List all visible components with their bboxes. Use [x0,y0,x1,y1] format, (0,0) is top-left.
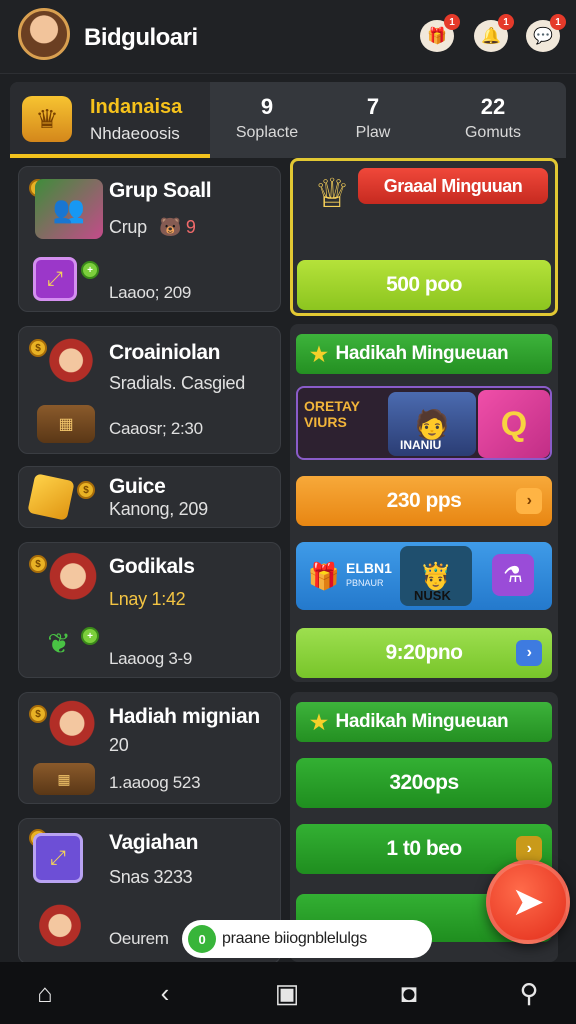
toast-text: praane biiognblelulgs [222,930,367,947]
banner-caption: INANIU [400,438,442,452]
event-banner-1[interactable]: ORETAY VIURS 🧑 INANIU Q [296,386,552,460]
promo-button[interactable]: 500 poo [297,260,551,310]
back-icon[interactable]: ‹ [150,978,180,1008]
header-label: Hadikah Mingueuan [335,711,509,732]
notification-badge: 1 [444,14,460,30]
top-bar: Bidguloari 🎁 1 🔔 1 💬 1 [0,0,576,74]
banner-caption: NUSK [414,588,451,603]
tab-active[interactable]: ♛ Indanaisa Nhdaeoosis [10,82,210,158]
tab-label: Gomuts [464,124,521,141]
bottom-nav: ⌂ ‹ ▣ ◘ ⚲ [0,962,576,1024]
tab-plaw[interactable]: 7 Plaw [318,82,428,158]
offer-button-green-1[interactable]: 320ops [296,758,552,808]
chat-icon[interactable]: 💬 1 [526,14,566,52]
item-subtitle: Sradials. Casgied [109,373,245,393]
chest-icon: ▦ [33,763,95,795]
recent-apps-icon[interactable]: ▣ [272,978,302,1008]
item-meta: 1.aaoog 523 [109,773,201,792]
event-banner-2[interactable]: 🎁 ELBN1 PBNAUR 🤴 NUSK ⚗ [296,542,552,610]
notification-badge: 1 [550,14,566,30]
item-subtitle-icon: 🐻 9 [159,217,196,237]
list-item[interactable]: $ Godikals Lnay 1:42 ❦ + Laaoog 3-9 [18,542,281,678]
offer-button-lime[interactable]: 9:20pno › [296,628,552,678]
character-icon [45,551,101,607]
promo-banner: Graaal Minguuan [358,168,548,204]
weekly-reward-header: ★ Hadikah Mingueuan [296,702,552,742]
item-title: Guice [109,475,166,498]
notification-badge: 1 [498,14,514,30]
toast-notification: 0 praane biiognblelulgs [182,920,432,958]
avatar[interactable] [18,8,70,60]
star-icon: ★ [310,343,328,366]
tab-title: Indanaisa [90,96,183,118]
chevron-right-icon: › [516,640,542,666]
banner-subtext: PBNAUR [346,578,384,588]
crown-icon: ♛ [22,96,72,142]
cursor-action-button[interactable]: ➤ [486,860,570,944]
item-title: Grup Soall [109,179,212,202]
scroll-icon: ⤢ [33,257,77,301]
screenshot-icon[interactable]: ◘ [394,978,424,1008]
item-subtitle: Kanong, 209 [109,499,208,519]
banner-text: ORETAY VIURS [304,398,360,430]
app-title: Bidguloari [84,24,198,51]
tab-strip: ♛ Indanaisa Nhdaeoosis 9 Soplacte 7 Plaw… [10,82,566,158]
coin-icon: $ [77,481,95,499]
header-label: Hadikah Mingueuan [335,343,509,364]
item-subtitle: Lnay 1:42 [109,589,186,609]
offer-button-orange[interactable]: 230 pps › [296,476,552,526]
item-title: Hadiah mignian [109,705,260,728]
gift-box-icon: 🎁 [307,560,341,591]
chest-icon: ▦ [37,405,95,443]
button-label: 230 pps [386,489,462,512]
tab-soplacte[interactable]: 9 Soplacte [212,82,322,158]
gift-icon[interactable]: 🎁 1 [420,14,460,52]
gem-icon [27,473,75,521]
toast-icon: 0 [188,925,216,953]
item-meta: Oeurem [109,929,169,948]
tab-subtitle: Nhdaeoosis [90,124,180,143]
tab-label: Plaw [355,124,391,141]
list-item[interactable]: $ Guice Kanong, 209 [18,466,281,528]
weekly-reward-header: ★ Hadikah Mingueuan [296,334,552,374]
button-label: 9:20pno [385,641,463,664]
tab-gomuts[interactable]: 22 Gomuts [438,82,548,158]
tab-count: 22 [480,94,506,119]
item-meta: Laaoog 3-9 [109,649,193,668]
item-subtitle: 20 [109,735,129,755]
item-subtitle: Crup [109,217,147,237]
plus-icon: + [81,261,99,279]
list-item[interactable]: $ Croainiolan Sradials. Casgied ▦ Caaosr… [18,326,281,454]
tab-count: 7 [366,94,380,119]
tab-count: 9 [260,94,274,119]
item-subtitle: Snas 3233 [109,867,193,887]
q-badge-icon: Q [478,390,550,458]
list-item[interactable]: $ Hadiah mignian 20 ▦ 1.aaoog 523 [18,692,281,804]
button-label: 1 t0 beo [386,837,462,860]
potion-icon: ⚗ [492,554,534,596]
character-icon [45,337,97,389]
character-icon [35,903,85,953]
chevron-right-icon: › [516,836,542,862]
item-title: Croainiolan [109,341,221,364]
home-icon[interactable]: ⌂ [30,978,60,1008]
chevron-right-icon: › [516,488,542,514]
tab-label: Soplacte [235,124,299,141]
plus-icon: + [81,627,99,645]
item-title: Vagiahan [109,831,199,854]
item-title: Godikals [109,555,195,578]
list-item[interactable]: $ 👥 Grup Soall Crup 🐻 9 ⤢ + Laaoo; 209 [18,166,281,312]
crown-icon: ♕ [314,172,350,216]
profile-search-icon[interactable]: ⚲ [514,978,544,1008]
banner-text: ELBN1 [346,560,392,576]
scroll-icon: ⤢ [33,833,83,883]
item-meta: Laaoo; 209 [109,283,192,302]
item-meta: Caaosr; 2:30 [109,419,203,438]
group-icon: 👥 [35,179,103,239]
leaf-icon: ❦ [47,627,71,659]
character-icon [45,699,99,753]
bell-icon[interactable]: 🔔 1 [474,14,514,52]
star-icon: ★ [310,711,328,734]
